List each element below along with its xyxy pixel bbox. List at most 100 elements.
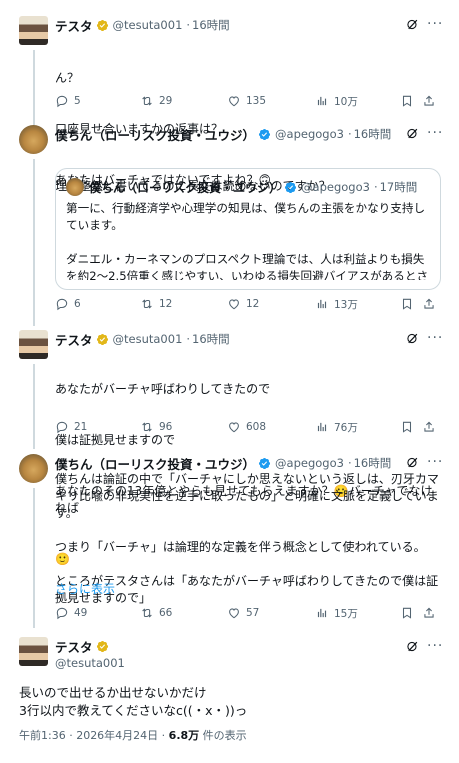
views-button[interactable]: 10万	[315, 93, 358, 109]
like-button[interactable]: 608	[227, 419, 266, 435]
like-button[interactable]: 57	[227, 605, 259, 621]
tweet-header: テスタ @tesuta001 · 16時間	[55, 16, 230, 34]
text-line: 3行以内で教えてくださいなc((・x・))っ	[19, 703, 248, 718]
views-button[interactable]: 76万	[315, 419, 358, 435]
action-bar: 6 12 12 13万	[55, 296, 441, 312]
author-name[interactable]: テスタ	[55, 637, 93, 656]
tweet-1[interactable]: テスタ @tesuta001 · 16時間 ··· ん？ 口座見せ合いますかの返…	[0, 14, 459, 187]
more-icon[interactable]: ···	[427, 331, 442, 347]
text-line: ん？	[55, 71, 80, 85]
bookmark-icon	[400, 420, 414, 434]
thread-line	[33, 50, 35, 125]
views-button[interactable]: 13万	[315, 296, 358, 312]
author-name[interactable]: テスタ	[55, 330, 93, 349]
avatar[interactable]	[19, 637, 48, 666]
quote-header: 僕ちん（ローリスク投資・ユウジ） @apegogo3 · 17時間	[89, 178, 417, 196]
bookmark-icon	[400, 297, 414, 311]
thread-line	[33, 488, 35, 628]
verified-blue-icon	[258, 457, 271, 470]
author-handle[interactable]: @apegogo3	[275, 127, 344, 141]
bookmark-button[interactable]	[400, 296, 419, 312]
quote-avatar	[66, 178, 84, 196]
thread-line	[33, 159, 35, 326]
post-time[interactable]: 16時間	[354, 455, 392, 471]
share-button[interactable]	[422, 605, 441, 621]
views-button[interactable]: 15万	[315, 605, 358, 621]
more-icon[interactable]: ···	[427, 126, 442, 142]
separator: ·	[186, 332, 191, 346]
share-button[interactable]	[422, 93, 441, 109]
tweet-header: 僕ちん（ローリスク投資・ユウジ） @apegogo3 · 16時間	[55, 454, 391, 472]
retweet-count: 66	[159, 607, 173, 619]
post-time[interactable]: 16時間	[192, 331, 230, 347]
post-time[interactable]: 16時間	[192, 17, 230, 33]
author-handle[interactable]: @tesuta001	[113, 18, 183, 32]
author-name[interactable]: テスタ	[55, 16, 93, 35]
more-icon[interactable]: ···	[427, 639, 442, 655]
verified-gold-icon	[96, 333, 109, 346]
like-count: 608	[246, 421, 267, 433]
author-name[interactable]: 僕ちん（ローリスク投資・ユウジ）	[55, 454, 255, 473]
reply-icon	[55, 94, 69, 108]
more-icon[interactable]: ···	[427, 455, 442, 471]
post-time[interactable]: 16時間	[354, 126, 392, 142]
reply-button[interactable]: 49	[55, 605, 87, 621]
views-icon	[315, 420, 329, 434]
text-line: 長いので出せるか出せないかだけ	[19, 685, 207, 700]
tweet-4[interactable]: 僕ちん（ローリスク投資・ユウジ） @apegogo3 · 16時間 ··· 僕ち…	[0, 454, 459, 628]
retweet-count: 96	[159, 421, 173, 433]
like-button[interactable]: 135	[227, 93, 266, 109]
reply-button[interactable]: 6	[55, 296, 81, 312]
grok-icon[interactable]	[406, 640, 419, 653]
reply-button[interactable]: 5	[55, 93, 81, 109]
like-count: 12	[246, 298, 260, 310]
timestamp-link[interactable]: 午前1:36 · 2026年4月24日 ·	[19, 729, 169, 742]
retweet-button[interactable]: 29	[140, 93, 172, 109]
more-icon[interactable]: ···	[427, 17, 442, 33]
grok-icon[interactable]	[406, 18, 419, 31]
reply-count: 5	[74, 95, 81, 107]
grok-icon[interactable]	[406, 456, 419, 469]
tweet-header: テスタ @tesuta001 · 16時間	[55, 330, 230, 348]
quoted-tweet[interactable]: 僕ちん（ローリスク投資・ユウジ） @apegogo3 · 17時間 第一に、行動…	[55, 168, 441, 290]
tweet-3[interactable]: テスタ @tesuta001 · 16時間 ··· あなたがバーチャ呼ばわりして…	[0, 329, 459, 566]
avatar[interactable]	[19, 16, 48, 45]
author-handle[interactable]: @apegogo3	[275, 456, 344, 470]
views-count: 10万	[334, 95, 358, 108]
retweet-icon	[140, 420, 154, 434]
retweet-button[interactable]: 96	[140, 419, 172, 435]
share-button[interactable]	[422, 419, 441, 435]
reply-button[interactable]: 21	[55, 419, 87, 435]
avatar[interactable]	[19, 330, 48, 359]
verified-blue-icon	[258, 128, 271, 141]
tweet-header: 僕ちん（ローリスク投資・ユウジ） @apegogo3 · 16時間	[55, 125, 391, 143]
bookmark-button[interactable]	[400, 419, 419, 435]
action-bar: 5 29 135 10万	[55, 93, 441, 109]
bookmark-button[interactable]	[400, 93, 419, 109]
share-button[interactable]	[422, 296, 441, 312]
main-tweet-text: 長いので出せるか出せないかだけ 3行以内で教えてくださいなc((・x・))っ	[19, 684, 247, 720]
views-count: 6.8万	[168, 729, 200, 742]
share-icon	[422, 606, 436, 620]
retweet-button[interactable]: 66	[140, 605, 172, 621]
avatar[interactable]	[19, 125, 48, 154]
heart-icon	[227, 420, 241, 434]
retweet-button[interactable]: 12	[140, 296, 172, 312]
quote-time: 17時間	[379, 180, 418, 194]
grok-icon[interactable]	[406, 332, 419, 345]
author-handle[interactable]: @tesuta001	[55, 656, 125, 670]
text-line: あなたがバーチャ呼ばわりしてきたので	[55, 382, 271, 396]
heart-icon	[227, 297, 241, 311]
views-icon	[315, 606, 329, 620]
separator: ·	[373, 180, 378, 194]
retweet-icon	[140, 297, 154, 311]
author-name[interactable]: 僕ちん（ローリスク投資・ユウジ）	[55, 125, 255, 144]
author-handle[interactable]: @tesuta001	[113, 332, 183, 346]
show-more-link[interactable]: さらに表示	[55, 581, 441, 598]
bookmark-button[interactable]	[400, 605, 419, 621]
tweet-2[interactable]: 僕ちん（ローリスク投資・ユウジ） @apegogo3 · 16時間 ··· 理論…	[0, 124, 459, 326]
views-icon	[315, 94, 329, 108]
grok-icon[interactable]	[406, 127, 419, 140]
avatar[interactable]	[19, 454, 48, 483]
like-button[interactable]: 12	[227, 296, 259, 312]
